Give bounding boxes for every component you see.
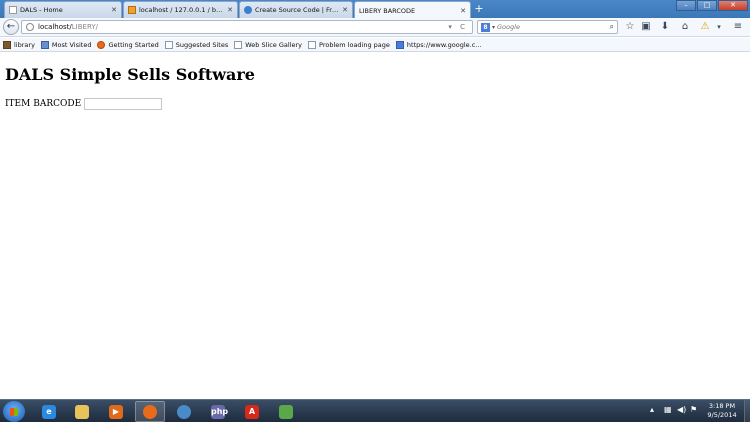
- taskbar-app-globe[interactable]: [169, 401, 199, 422]
- tab-label: Create Source Code | Free s...: [255, 6, 340, 14]
- downloads-icon[interactable]: ⬇: [659, 21, 671, 33]
- barcode-label: ITEM BARCODE: [5, 99, 82, 109]
- bookmarks-toolbar: library Most Visited Getting Started Sug…: [0, 38, 750, 52]
- bookmark-getting-started[interactable]: Getting Started: [97, 40, 159, 49]
- minimize-button[interactable]: –: [676, 0, 696, 11]
- reload-icon[interactable]: ▾ C: [448, 23, 468, 31]
- tab-libery-barcode[interactable]: LIBERY BARCODE ✕: [354, 1, 471, 19]
- close-icon[interactable]: ✕: [227, 6, 233, 14]
- tab-label: LIBERY BARCODE: [359, 6, 416, 15]
- back-button[interactable]: ←: [3, 19, 19, 35]
- bookmark-label: Most Visited: [51, 40, 92, 49]
- bookmark-google[interactable]: https://www.google.c...: [395, 40, 482, 49]
- bookmarks-menu-icon[interactable]: ▣: [640, 21, 652, 33]
- chart-app-icon: [279, 404, 293, 419]
- bookmark-library[interactable]: library: [3, 40, 35, 49]
- menu-icon[interactable]: ≡: [732, 21, 744, 33]
- bookmark-most-visited[interactable]: Most Visited: [40, 40, 92, 49]
- home-icon[interactable]: ⌂: [679, 21, 691, 33]
- firefox-icon: [97, 40, 106, 49]
- star-icon: [40, 40, 49, 49]
- close-icon[interactable]: ✕: [111, 6, 117, 14]
- bookmark-label: Web Slice Gallery: [245, 40, 303, 49]
- start-button[interactable]: [3, 401, 25, 422]
- taskbar-php-app[interactable]: php: [203, 401, 233, 422]
- google-icon[interactable]: 8: [481, 22, 490, 32]
- bookmark-label: library: [14, 40, 35, 49]
- bookmark-problem-loading-page[interactable]: Problem loading page: [308, 40, 390, 49]
- bookmark-label: https://www.google.c...: [406, 40, 482, 49]
- action-center-icon[interactable]: ⚑: [690, 405, 697, 414]
- taskbar: e ▶ php A ▴ ▦ ◀) ⚑ 3:18 PM 9/5/2014: [0, 399, 750, 422]
- folder-icon: [3, 40, 11, 49]
- php-icon: php: [211, 404, 228, 419]
- close-window-button[interactable]: ✕: [718, 0, 748, 11]
- network-icon[interactable]: ▦: [664, 405, 672, 414]
- show-hidden-icons[interactable]: ▴: [650, 405, 654, 414]
- page-content: DALS Simple Sells Software ITEM BARCODE: [0, 53, 750, 399]
- bookmark-label: Getting Started: [108, 40, 159, 49]
- volume-icon[interactable]: ◀): [677, 405, 686, 414]
- navigation-bar: ← localhost/LIBERY/ ▾ C 8 ▾ ⌕ ☆ ▣ ⬇ ⌂ ⚠ …: [0, 18, 750, 37]
- tab-dals-home[interactable]: DALS - Home ✕: [4, 1, 122, 18]
- search-input[interactable]: [497, 23, 610, 31]
- firefox-icon: [143, 404, 157, 419]
- tab-strip: DALS - Home ✕ localhost / 127.0.0.1 / ba…: [0, 0, 750, 19]
- maximize-button[interactable]: □: [697, 0, 717, 11]
- new-tab-button[interactable]: +: [472, 2, 486, 16]
- folder-icon: [75, 404, 89, 419]
- page-icon: [234, 40, 243, 49]
- taskbar-internet-explorer[interactable]: e: [34, 401, 64, 422]
- page-icon: [164, 40, 173, 49]
- google-icon: [395, 40, 404, 49]
- chevron-down-icon[interactable]: ▾: [713, 21, 725, 33]
- search-engine-dropdown-icon[interactable]: ▾: [492, 24, 495, 31]
- url-path: LIBERY/: [71, 23, 99, 31]
- barcode-input[interactable]: [84, 98, 163, 110]
- url-host: localhost/: [38, 23, 72, 31]
- page-icon: [308, 40, 317, 49]
- taskbar-media-player[interactable]: ▶: [101, 401, 131, 422]
- tab-label: localhost / 127.0.0.1 / barc...: [139, 6, 225, 14]
- close-icon[interactable]: ✕: [460, 7, 466, 15]
- address-bar[interactable]: localhost/LIBERY/ ▾ C: [21, 20, 473, 34]
- taskbar-acrobat[interactable]: A: [237, 401, 267, 422]
- globe-icon: [177, 404, 191, 419]
- taskbar-file-explorer[interactable]: [67, 401, 97, 422]
- clock-time: 3:18 PM: [708, 402, 736, 410]
- search-icon[interactable]: ⌕: [610, 22, 614, 32]
- bookmark-star-icon[interactable]: ☆: [624, 21, 636, 33]
- internet-explorer-icon: e: [42, 404, 56, 419]
- search-bar[interactable]: 8 ▾ ⌕: [477, 20, 618, 34]
- tab-phpmyadmin[interactable]: localhost / 127.0.0.1 / barc... ✕: [123, 1, 238, 18]
- media-player-icon: ▶: [109, 404, 123, 419]
- tab-label: DALS - Home: [20, 6, 63, 14]
- page-icon: [244, 6, 252, 14]
- blank-page-icon: [9, 6, 17, 14]
- warning-icon[interactable]: ⚠: [699, 21, 711, 33]
- close-icon[interactable]: ✕: [342, 6, 348, 14]
- taskbar-firefox[interactable]: [135, 401, 165, 422]
- barcode-form: ITEM BARCODE: [5, 98, 163, 110]
- acrobat-icon: A: [245, 404, 259, 419]
- globe-icon: [26, 23, 34, 31]
- bookmark-web-slice-gallery[interactable]: Web Slice Gallery: [234, 40, 303, 49]
- page-title: DALS Simple Sells Software: [5, 65, 255, 84]
- phpmyadmin-icon: [128, 6, 136, 14]
- taskbar-app-chart[interactable]: [271, 401, 301, 422]
- clock-date: 9/5/2014: [707, 411, 737, 419]
- bookmark-label: Suggested Sites: [175, 40, 229, 49]
- bookmark-suggested-sites[interactable]: Suggested Sites: [164, 40, 229, 49]
- show-desktop-button[interactable]: [744, 400, 750, 422]
- back-arrow-icon: ←: [6, 21, 16, 32]
- system-clock[interactable]: 3:18 PM 9/5/2014: [704, 402, 740, 420]
- bookmark-label: Problem loading page: [319, 40, 390, 49]
- tab-create-source-code[interactable]: Create Source Code | Free s... ✕: [239, 1, 353, 18]
